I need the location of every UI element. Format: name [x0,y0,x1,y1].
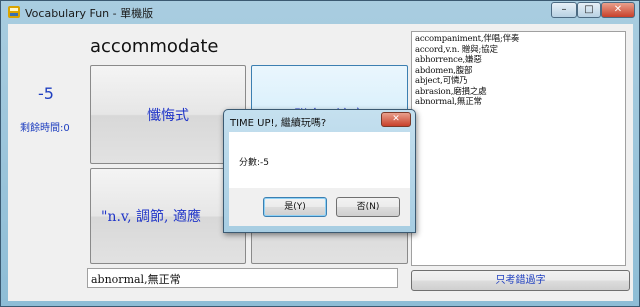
dialog-body: 分數:-5 [229,132,410,188]
yes-button[interactable]: 是(Y) [263,197,327,217]
wrong-only-button[interactable]: 只考錯過字 [411,270,630,291]
current-word: accommodate [90,36,219,57]
score-value: -5 [38,84,54,103]
dialog-title: TIME UP!, 繼續玩嗎? [230,118,327,129]
main-window: Vocabulary Fun - 單機版 – □ ✕ -5 剩餘時間:0 acc… [0,0,640,307]
dialog-close-button[interactable]: ✕ [381,112,411,127]
title-bar[interactable]: Vocabulary Fun - 單機版 – □ ✕ [1,1,639,23]
choice-label-3: "n.v, 調節, 適應 [101,209,201,225]
maximize-button[interactable]: □ [577,2,601,18]
close-button[interactable]: ✕ [601,2,635,18]
vocab-item[interactable]: abhorrence,嫌惡 [415,55,622,66]
dialog-footer: 是(Y) 否(N) [229,188,410,226]
vocab-item[interactable]: accompaniment,伴唱;伴奏 [415,34,622,45]
app-icon [8,6,20,18]
vocab-item[interactable]: abject,可憐乃 [415,76,622,87]
time-up-dialog: TIME UP!, 繼續玩嗎? ✕ 分數:-5 是(Y) 否(N) [223,109,416,233]
minimize-button[interactable]: – [551,2,577,18]
window-title: Vocabulary Fun - 單機版 [25,7,154,20]
vocab-list[interactable]: accompaniment,伴唱;伴奏 accord,v.n. 贈與;協定 ab… [411,31,626,266]
vocab-item[interactable]: abdomen,腹部 [415,66,622,77]
no-button[interactable]: 否(N) [336,197,400,217]
dialog-message: 分數:-5 [239,158,270,168]
vocab-item[interactable]: accord,v.n. 贈與;協定 [415,45,622,56]
answer-display: abnormal,無正常 [87,268,398,288]
vocab-item[interactable]: abrasion,磨損之處 [415,87,622,98]
time-left-label: 剩餘時間:0 [20,123,70,134]
choice-label-1: 懺悔式 [147,107,189,124]
vocab-item[interactable]: abnormal,無正常 [415,97,622,108]
